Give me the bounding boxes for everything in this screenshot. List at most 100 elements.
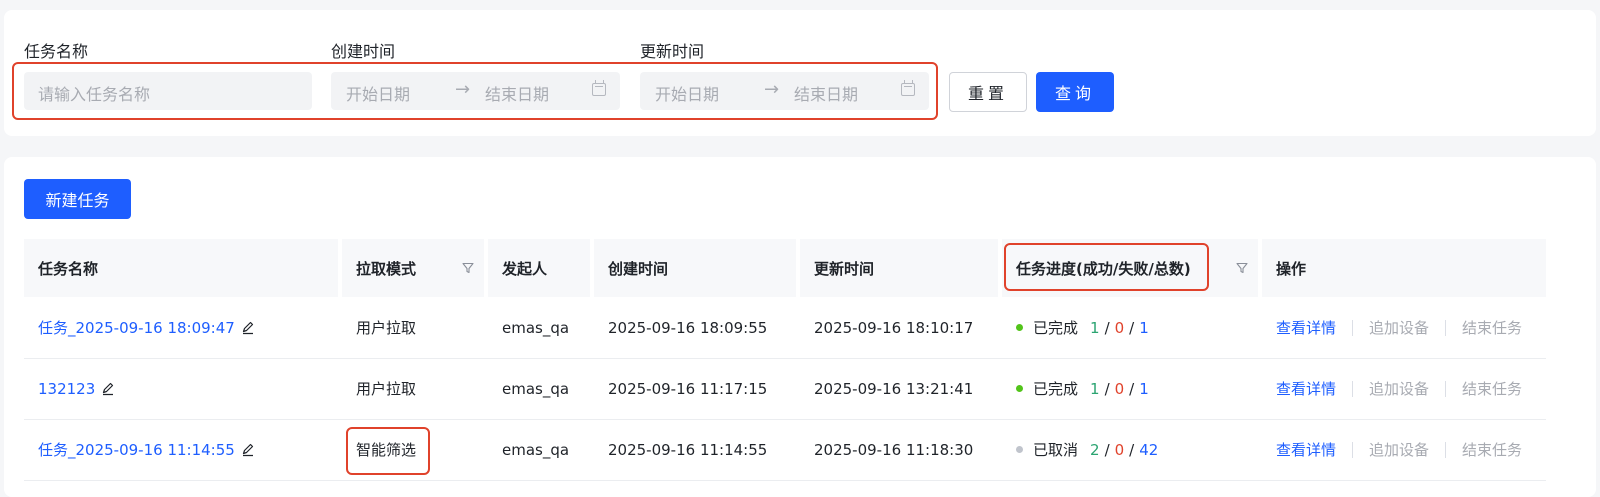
add-device-link[interactable]: 追加设备: [1369, 378, 1429, 399]
updated-text: 2025-09-16 11:18:30: [814, 440, 974, 459]
edit-icon[interactable]: [241, 443, 255, 457]
status-dot: [1016, 446, 1023, 453]
cell-actions: 查看详情 追加设备 结束任务: [1262, 419, 1546, 480]
slash-separator: /: [1104, 318, 1110, 337]
created-text: 2025-09-16 11:14:55: [608, 440, 768, 459]
cell-created: 2025-09-16 11:14:55: [594, 419, 796, 480]
end-task-link[interactable]: 结束任务: [1462, 317, 1522, 338]
cell-progress: 已完成 1 / 0 / 1: [1002, 297, 1258, 358]
cell-created: 2025-09-16 11:17:15: [594, 358, 796, 419]
arrow-right-icon: →: [764, 79, 780, 100]
status-text: 已完成: [1033, 380, 1079, 398]
cell-progress: 已完成 1 / 0 / 1: [1002, 358, 1258, 419]
cell-mode: 用户拉取: [342, 358, 484, 419]
action-divider: [1445, 319, 1447, 336]
task-name-placeholder: 请输入任务名称: [38, 85, 151, 104]
created-text: 2025-09-16 11:17:15: [608, 379, 768, 398]
mode-text: 用户拉取: [356, 380, 417, 398]
fail-count: 0: [1114, 379, 1125, 398]
total-count: 1: [1139, 379, 1149, 398]
action-divider: [1352, 319, 1354, 336]
updated-text: 2025-09-16 18:10:17: [814, 318, 974, 337]
created-start-date[interactable]: 开始日期: [346, 81, 410, 105]
new-task-button[interactable]: 新建任务: [24, 179, 131, 219]
header-created: 创建时间: [594, 239, 796, 297]
cell-task-name: 任务_2025-09-16 11:14:55: [24, 419, 338, 480]
header-initiator: 发起人: [488, 239, 590, 297]
header-task-name: 任务名称: [24, 239, 338, 297]
edit-icon[interactable]: [101, 382, 115, 396]
calendar-icon: [592, 80, 606, 96]
slash-separator: /: [1129, 440, 1135, 459]
cell-actions: 查看详情 追加设备 结束任务: [1262, 297, 1546, 358]
edit-icon[interactable]: [241, 321, 255, 335]
task-name-link[interactable]: 任务_2025-09-16 18:09:47: [38, 317, 235, 338]
add-device-link[interactable]: 追加设备: [1369, 439, 1429, 460]
slash-separator: /: [1104, 440, 1110, 459]
add-device-link[interactable]: 追加设备: [1369, 317, 1429, 338]
arrow-right-icon: →: [455, 79, 471, 100]
created-time-label: 创建时间: [331, 42, 396, 61]
status-dot: [1016, 324, 1023, 331]
query-button[interactable]: 查询: [1036, 72, 1114, 112]
view-details-link[interactable]: 查看详情: [1276, 317, 1336, 338]
end-task-link[interactable]: 结束任务: [1462, 378, 1522, 399]
action-divider: [1352, 441, 1354, 458]
fail-count: 0: [1114, 440, 1125, 459]
mode-text: 用户拉取: [356, 319, 417, 337]
cell-task-name: 任务_2025-09-16 18:09:47: [24, 297, 338, 358]
table-row: 132123 用户拉取 emas_qa 2025-09-16 11:17:15 …: [24, 358, 1546, 420]
total-count: 42: [1139, 440, 1159, 459]
header-progress: 任务进度(成功/失败/总数): [1002, 239, 1258, 297]
created-text: 2025-09-16 18:09:55: [608, 318, 768, 337]
status-text: 已完成: [1033, 319, 1079, 337]
updated-date-range[interactable]: 开始日期 → 结束日期: [640, 72, 929, 110]
task-table-panel: 新建任务 任务名称 拉取模式 发起人 创建时间 更新时间 任务进度(成功/失败/…: [4, 157, 1596, 497]
search-panel: 任务名称 创建时间 更新时间 请输入任务名称 开始日期 → 结束日期 开始日期 …: [4, 10, 1596, 136]
filter-icon[interactable]: [462, 262, 474, 274]
created-end-date[interactable]: 结束日期: [485, 81, 549, 105]
initiator-text: emas_qa: [502, 379, 570, 398]
slash-separator: /: [1129, 318, 1135, 337]
task-name-link[interactable]: 任务_2025-09-16 11:14:55: [38, 439, 235, 460]
table-row: 任务_2025-09-16 11:14:55 智能筛选 emas_qa 2025…: [24, 419, 1546, 481]
header-actions: 操作: [1262, 239, 1546, 297]
cell-mode: 智能筛选: [342, 419, 484, 480]
slash-separator: /: [1129, 379, 1135, 398]
cell-initiator: emas_qa: [488, 358, 590, 419]
table-row: 任务_2025-09-16 18:09:47 用户拉取 emas_qa 2025…: [24, 297, 1546, 359]
fail-count: 0: [1114, 318, 1125, 337]
task-name-input[interactable]: 请输入任务名称: [24, 72, 312, 110]
cell-progress: 已取消 2 / 0 / 42: [1002, 419, 1258, 480]
view-details-link[interactable]: 查看详情: [1276, 378, 1336, 399]
action-divider: [1352, 380, 1354, 397]
slash-separator: /: [1104, 379, 1110, 398]
task-name-link[interactable]: 132123: [38, 380, 95, 398]
total-count: 1: [1139, 318, 1149, 337]
updated-time-label: 更新时间: [640, 42, 705, 61]
mode-text: 智能筛选: [356, 441, 417, 459]
filter-icon[interactable]: [1236, 262, 1248, 274]
updated-text: 2025-09-16 13:21:41: [814, 379, 974, 398]
status-text: 已取消: [1033, 441, 1079, 459]
cell-actions: 查看详情 追加设备 结束任务: [1262, 358, 1546, 419]
cell-mode: 用户拉取: [342, 297, 484, 358]
cell-initiator: emas_qa: [488, 297, 590, 358]
cell-initiator: emas_qa: [488, 419, 590, 480]
header-progress-text: 任务进度(成功/失败/总数): [1016, 259, 1191, 278]
end-task-link[interactable]: 结束任务: [1462, 439, 1522, 460]
cell-updated: 2025-09-16 11:18:30: [800, 419, 998, 480]
created-date-range[interactable]: 开始日期 → 结束日期: [331, 72, 620, 110]
updated-end-date[interactable]: 结束日期: [794, 81, 858, 105]
status-dot: [1016, 385, 1023, 392]
updated-start-date[interactable]: 开始日期: [655, 81, 719, 105]
task-name-label: 任务名称: [24, 42, 89, 61]
initiator-text: emas_qa: [502, 440, 570, 459]
reset-button[interactable]: 重置: [949, 72, 1027, 112]
header-mode-text: 拉取模式: [356, 259, 417, 278]
success-count: 2: [1090, 440, 1100, 459]
header-updated-text: 更新时间: [814, 259, 875, 278]
view-details-link[interactable]: 查看详情: [1276, 439, 1336, 460]
cell-updated: 2025-09-16 18:10:17: [800, 297, 998, 358]
header-task-name-text: 任务名称: [38, 259, 99, 278]
